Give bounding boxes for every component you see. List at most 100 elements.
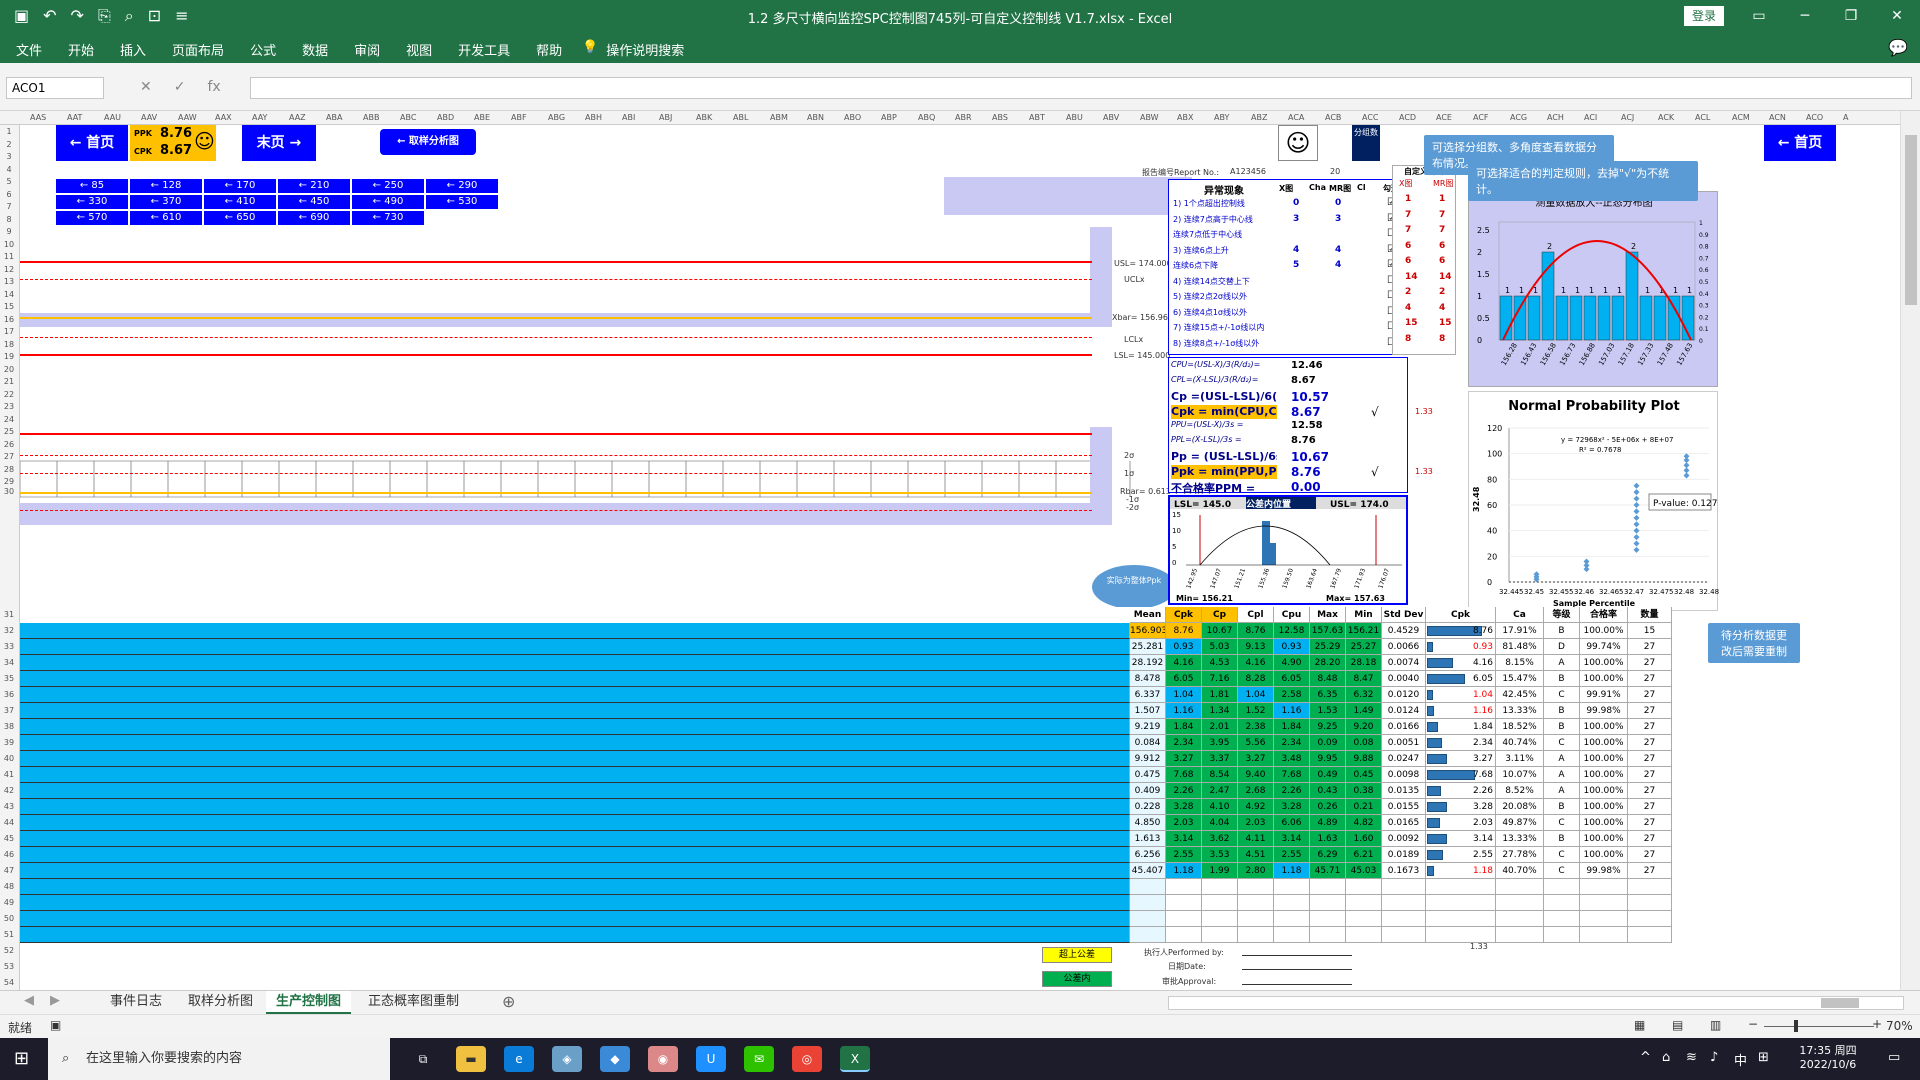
row-header[interactable]: 1: [0, 127, 18, 136]
jump-button[interactable]: ← 490: [352, 195, 424, 209]
column-header[interactable]: ABR: [955, 113, 972, 122]
jump-button[interactable]: ← 290: [426, 179, 498, 193]
table-header[interactable]: Cpk: [1166, 607, 1202, 623]
row-header[interactable]: 11: [0, 252, 18, 261]
row-header[interactable]: 6: [0, 190, 18, 199]
table-cell[interactable]: 2.34: [1274, 735, 1310, 751]
table-cell[interactable]: 6.32: [1346, 687, 1382, 703]
table-cell[interactable]: 3.62: [1202, 831, 1238, 847]
table-cell[interactable]: 0.0165: [1382, 815, 1426, 831]
table-cell-empty[interactable]: [1580, 879, 1628, 895]
ribbon-tab[interactable]: 插入: [120, 40, 146, 59]
row-header[interactable]: 52: [0, 946, 18, 955]
jump-button[interactable]: ← 610: [130, 211, 202, 225]
column-header[interactable]: ABZ: [1251, 113, 1267, 122]
task-view-icon[interactable]: ⧉: [408, 1046, 438, 1072]
table-cell[interactable]: 2.68: [1238, 783, 1274, 799]
jump-button[interactable]: ← 450: [278, 195, 350, 209]
table-cell[interactable]: 100.00%: [1580, 783, 1628, 799]
table-cell[interactable]: 27: [1628, 831, 1672, 847]
table-cell[interactable]: B: [1544, 703, 1580, 719]
table-cell[interactable]: 100.00%: [1580, 751, 1628, 767]
custom-rule-value[interactable]: 1: [1405, 194, 1411, 204]
row-header[interactable]: 51: [0, 930, 18, 939]
cpk-databar-cell[interactable]: 1.84: [1426, 719, 1496, 735]
table-cell-empty[interactable]: [1238, 911, 1274, 927]
table-cell[interactable]: 4.16: [1166, 655, 1202, 671]
column-header[interactable]: ACK: [1658, 113, 1674, 122]
table-cell[interactable]: 5.03: [1202, 639, 1238, 655]
comments-icon[interactable]: 💬: [1888, 38, 1908, 57]
zoom-level[interactable]: 70%: [1886, 1019, 1913, 1033]
jump-button[interactable]: ← 530: [426, 195, 498, 209]
tab-scroll-right-icon[interactable]: ▶: [50, 993, 60, 1008]
table-cell-empty[interactable]: [1310, 879, 1346, 895]
table-cell[interactable]: 4.16: [1238, 655, 1274, 671]
table-cell[interactable]: 0.09: [1310, 735, 1346, 751]
row-header[interactable]: 8: [0, 215, 18, 224]
page-break-icon[interactable]: ▥: [1710, 1018, 1721, 1032]
table-cell[interactable]: 4.04: [1202, 815, 1238, 831]
row-header[interactable]: 18: [0, 340, 18, 349]
row-header[interactable]: 41: [0, 770, 18, 779]
column-header[interactable]: ABG: [548, 113, 565, 122]
table-cell[interactable]: 1.49: [1346, 703, 1382, 719]
column-header[interactable]: ABN: [807, 113, 824, 122]
jump-button[interactable]: ← 650: [204, 211, 276, 225]
jump-button[interactable]: ← 128: [130, 179, 202, 193]
enter-icon[interactable]: ✓: [174, 79, 186, 95]
table-cell[interactable]: 3.27: [1166, 751, 1202, 767]
table-cell[interactable]: 5.56: [1238, 735, 1274, 751]
table-cell[interactable]: 15: [1628, 623, 1672, 639]
table-cell[interactable]: 0.0098: [1382, 767, 1426, 783]
ribbon-tab[interactable]: 公式: [250, 40, 276, 59]
table-cell[interactable]: B: [1544, 831, 1580, 847]
table-cell[interactable]: 4.10: [1202, 799, 1238, 815]
table-cell-empty[interactable]: [1426, 879, 1496, 895]
ribbon-display-icon[interactable]: ▭: [1736, 0, 1782, 33]
column-header[interactable]: ABO: [844, 113, 861, 122]
table-cell-empty[interactable]: [1202, 895, 1238, 911]
data-band[interactable]: [20, 783, 1130, 799]
table-cell-empty[interactable]: [1238, 927, 1274, 943]
jump-button[interactable]: ← 170: [204, 179, 276, 193]
table-cell[interactable]: 6.05: [1274, 671, 1310, 687]
custom-rule-value[interactable]: 2: [1439, 287, 1445, 297]
table-cell[interactable]: 8.47: [1346, 671, 1382, 687]
column-header[interactable]: AAW: [178, 113, 197, 122]
table-cell-empty[interactable]: [1496, 879, 1544, 895]
table-cell[interactable]: 1.18: [1274, 863, 1310, 879]
table-cell[interactable]: 4.850: [1130, 815, 1166, 831]
table-cell[interactable]: 0.0092: [1382, 831, 1426, 847]
notification-icon[interactable]: ▭: [1888, 1050, 1900, 1065]
table-cell[interactable]: 100.00%: [1580, 671, 1628, 687]
tell-me-search[interactable]: 💡 操作说明搜索: [582, 40, 684, 59]
cpk-databar-cell[interactable]: 4.16: [1426, 655, 1496, 671]
file-explorer-icon[interactable]: ▬: [456, 1046, 486, 1072]
sheet-tab[interactable]: 生产控制图: [266, 991, 352, 1015]
data-band[interactable]: [20, 655, 1130, 671]
row-header[interactable]: 21: [0, 377, 18, 386]
table-cell-empty[interactable]: [1166, 911, 1202, 927]
table-cell[interactable]: 13.33%: [1496, 831, 1544, 847]
table-header[interactable]: 等级: [1544, 607, 1580, 623]
table-cell-empty[interactable]: [1202, 927, 1238, 943]
column-header[interactable]: ACF: [1473, 113, 1489, 122]
table-cell[interactable]: 7.68: [1166, 767, 1202, 783]
table-cell-empty[interactable]: [1202, 911, 1238, 927]
table-cell[interactable]: 1.81: [1202, 687, 1238, 703]
cpk-databar-cell[interactable]: 3.28: [1426, 799, 1496, 815]
table-header[interactable]: Min: [1346, 607, 1382, 623]
row-header[interactable]: 16: [0, 315, 18, 324]
table-cell[interactable]: 28.20: [1310, 655, 1346, 671]
table-header[interactable]: Ca: [1496, 607, 1544, 623]
app-icon-3[interactable]: ◈: [552, 1046, 582, 1072]
table-cell[interactable]: 0.409: [1130, 783, 1166, 799]
table-cell[interactable]: 1.34: [1202, 703, 1238, 719]
close-icon[interactable]: ✕: [1874, 0, 1920, 33]
table-cell[interactable]: 4.53: [1202, 655, 1238, 671]
table-cell[interactable]: 0.21: [1346, 799, 1382, 815]
table-cell[interactable]: B: [1544, 719, 1580, 735]
row-header[interactable]: 53: [0, 962, 18, 971]
row-header[interactable]: 26: [0, 440, 18, 449]
